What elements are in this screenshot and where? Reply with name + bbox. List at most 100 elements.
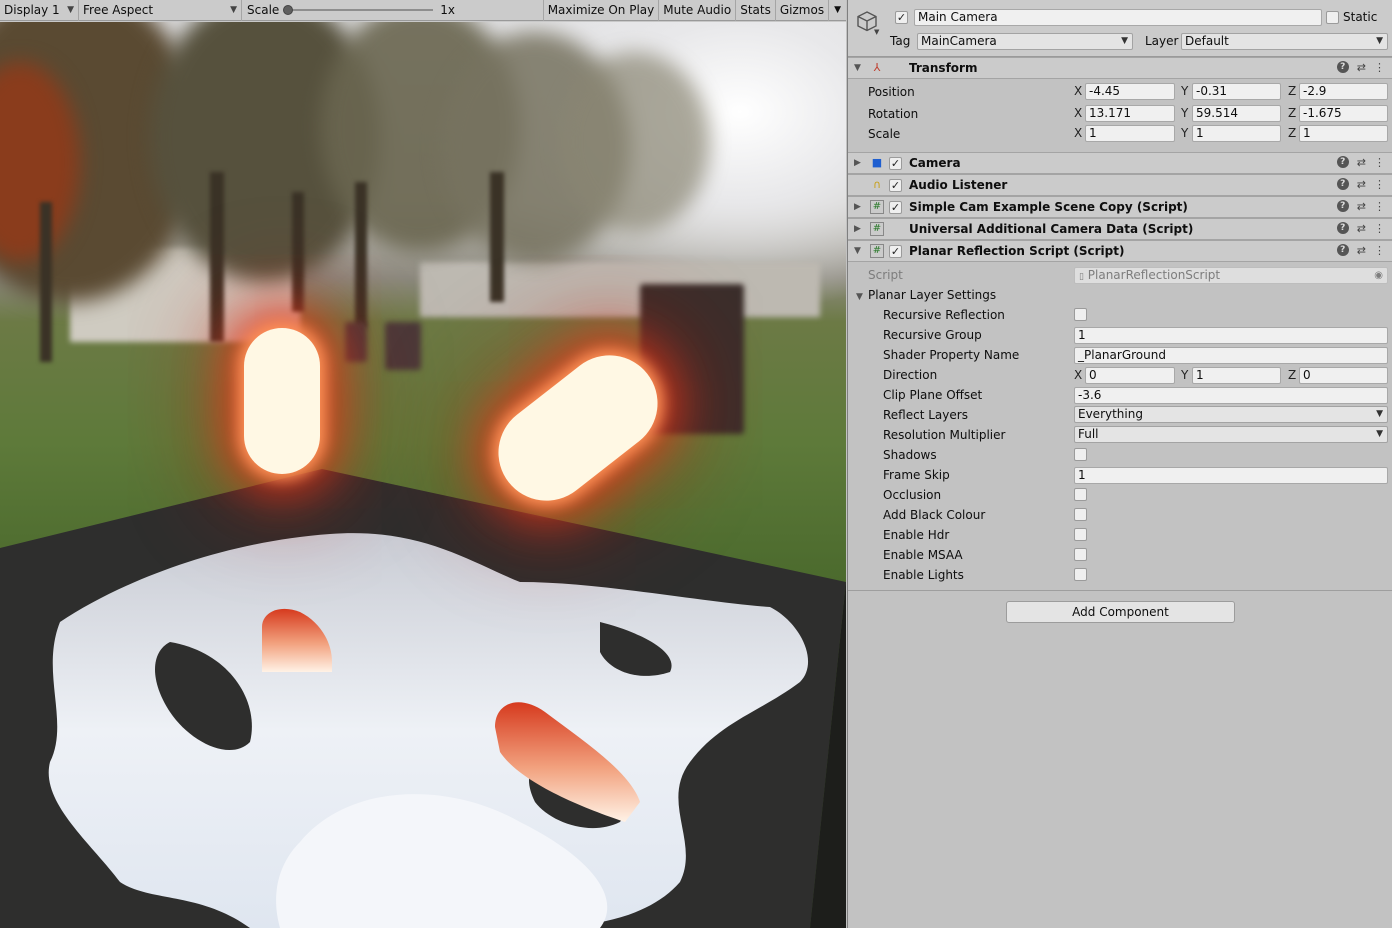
presets-icon[interactable]: ⇄ <box>1357 222 1366 235</box>
game-viewport[interactable] <box>0 22 846 928</box>
x-axis-label[interactable]: X <box>1074 105 1082 122</box>
aspect-dropdown[interactable]: Free Aspect ▼ <box>79 0 242 21</box>
more-menu-icon[interactable]: ⋮ <box>1374 244 1385 257</box>
stats-button[interactable]: Stats <box>735 0 775 21</box>
planar-layer-settings-label[interactable]: Planar Layer Settings <box>868 288 996 303</box>
simple-cam-enabled-checkbox[interactable]: ✓ <box>889 201 902 214</box>
help-icon[interactable]: ? <box>1336 156 1349 168</box>
enable-msaa-checkbox[interactable] <box>1074 548 1087 561</box>
game-toolbar: Display 1 ▼ Free Aspect ▼ Scale 1x Maxim… <box>0 0 846 21</box>
scale-y-field[interactable]: 1 <box>1192 125 1281 142</box>
scale-slider-thumb[interactable] <box>283 5 294 15</box>
position-z-field[interactable]: -2.9 <box>1299 83 1388 100</box>
y-axis-label[interactable]: Y <box>1181 367 1188 384</box>
x-axis-label[interactable]: X <box>1074 83 1082 100</box>
transform-header[interactable]: ▼ ⅄ Transform ? ⇄ ⋮ <box>848 57 1392 79</box>
display-dropdown[interactable]: Display 1 ▼ <box>0 0 79 21</box>
direction-y-field[interactable]: 1 <box>1192 367 1281 384</box>
more-menu-icon[interactable]: ⋮ <box>1374 178 1385 191</box>
z-axis-label[interactable]: Z <box>1288 83 1296 100</box>
position-y-field[interactable]: -0.31 <box>1192 83 1281 100</box>
rotation-x-field[interactable]: 13.171 <box>1085 105 1175 122</box>
z-axis-label[interactable]: Z <box>1288 125 1296 142</box>
tag-label: Tag <box>890 34 911 48</box>
more-menu-icon[interactable]: ⋮ <box>1374 156 1385 169</box>
foldout-collapsed-icon[interactable]: ▶ <box>854 224 861 234</box>
enable-hdr-checkbox[interactable] <box>1074 528 1087 541</box>
transform-icon: ⅄ <box>873 61 881 74</box>
shadows-checkbox[interactable] <box>1074 448 1087 461</box>
more-menu-icon[interactable]: ⋮ <box>1374 222 1385 235</box>
more-menu-icon[interactable]: ⋮ <box>1374 61 1385 74</box>
frame-skip-field[interactable]: 1 <box>1074 467 1388 484</box>
object-picker-icon[interactable]: ◉ <box>1374 268 1383 283</box>
x-axis-label[interactable]: X <box>1074 367 1082 384</box>
resolution-multiplier-dropdown[interactable]: Full ▼ <box>1074 426 1388 443</box>
y-axis-label[interactable]: Y <box>1181 83 1188 100</box>
direction-z-field[interactable]: 0 <box>1299 367 1388 384</box>
help-icon[interactable]: ? <box>1336 222 1349 234</box>
universal-camera-data-header[interactable]: ▶ # Universal Additional Camera Data (Sc… <box>848 218 1392 240</box>
scale-z-field[interactable]: 1 <box>1299 125 1388 142</box>
direction-x-field[interactable]: 0 <box>1085 367 1175 384</box>
maximize-on-play-button[interactable]: Maximize On Play <box>542 0 659 21</box>
planar-reflection-header[interactable]: ▼ # ✓ Planar Reflection Script (Script) … <box>848 240 1392 262</box>
tag-dropdown[interactable]: MainCamera ▼ <box>917 33 1133 50</box>
scale-slider[interactable] <box>283 5 434 15</box>
presets-icon[interactable]: ⇄ <box>1357 178 1366 191</box>
more-menu-icon[interactable]: ⋮ <box>1374 200 1385 213</box>
help-icon[interactable]: ? <box>1336 61 1349 73</box>
static-checkbox[interactable] <box>1326 11 1339 24</box>
rotation-y-field[interactable]: 59.514 <box>1192 105 1281 122</box>
aspect-label: Free Aspect <box>83 3 154 17</box>
scale-x-field[interactable]: 1 <box>1085 125 1175 142</box>
foldout-expanded-icon[interactable]: ▼ <box>854 63 861 73</box>
recursive-group-field[interactable]: 1 <box>1074 327 1388 344</box>
recursive-reflection-checkbox[interactable] <box>1074 308 1087 321</box>
foldout-expanded-icon[interactable]: ▼ <box>856 292 863 302</box>
position-label: Position <box>868 85 915 99</box>
help-icon[interactable]: ? <box>1336 200 1349 212</box>
object-name-field[interactable]: Main Camera <box>914 9 1322 26</box>
z-axis-label[interactable]: Z <box>1288 367 1296 384</box>
presets-icon[interactable]: ⇄ <box>1357 200 1366 213</box>
clip-plane-offset-field[interactable]: -3.6 <box>1074 387 1388 404</box>
planar-reflection-enabled-checkbox[interactable]: ✓ <box>889 245 902 258</box>
chevron-down-icon: ▼ <box>1121 36 1128 46</box>
scale-value: 1x <box>440 3 456 17</box>
position-x-field[interactable]: -4.45 <box>1085 83 1175 100</box>
add-component-button[interactable]: Add Component <box>1006 601 1235 623</box>
foldout-collapsed-icon[interactable]: ▶ <box>854 158 861 168</box>
presets-icon[interactable]: ⇄ <box>1357 244 1366 257</box>
foldout-expanded-icon[interactable]: ▼ <box>854 246 861 256</box>
camera-enabled-checkbox[interactable]: ✓ <box>889 157 902 170</box>
gizmos-dropdown-arrow[interactable]: ▼ <box>828 0 846 21</box>
script-label: Script <box>868 268 903 282</box>
audio-listener-header[interactable]: ∩ ✓ Audio Listener ? ⇄ ⋮ <box>848 174 1392 196</box>
mute-audio-button[interactable]: Mute Audio <box>658 0 735 21</box>
audio-listener-enabled-checkbox[interactable]: ✓ <box>889 179 902 192</box>
rotation-z-field[interactable]: -1.675 <box>1299 105 1388 122</box>
presets-icon[interactable]: ⇄ <box>1357 61 1366 74</box>
presets-icon[interactable]: ⇄ <box>1357 156 1366 169</box>
y-axis-label[interactable]: Y <box>1181 105 1188 122</box>
script-object-field[interactable]: ▯ PlanarReflectionScript ◉ <box>1074 267 1388 284</box>
enable-lights-checkbox[interactable] <box>1074 568 1087 581</box>
occlusion-label: Occlusion <box>883 488 942 502</box>
help-icon[interactable]: ? <box>1336 178 1349 190</box>
reflect-layers-dropdown[interactable]: Everything ▼ <box>1074 406 1388 423</box>
chevron-down-icon[interactable]: ▼ <box>874 28 879 36</box>
occlusion-checkbox[interactable] <box>1074 488 1087 501</box>
active-checkbox[interactable]: ✓ <box>895 11 908 24</box>
gizmos-button[interactable]: Gizmos <box>774 0 828 21</box>
add-black-colour-checkbox[interactable] <box>1074 508 1087 521</box>
simple-cam-script-header[interactable]: ▶ # ✓ Simple Cam Example Scene Copy (Scr… <box>848 196 1392 218</box>
y-axis-label[interactable]: Y <box>1181 125 1188 142</box>
layer-dropdown[interactable]: Default ▼ <box>1181 33 1388 50</box>
foldout-collapsed-icon[interactable]: ▶ <box>854 202 861 212</box>
x-axis-label[interactable]: X <box>1074 125 1082 142</box>
z-axis-label[interactable]: Z <box>1288 105 1296 122</box>
help-icon[interactable]: ? <box>1336 244 1349 256</box>
shader-property-name-field[interactable]: _PlanarGround <box>1074 347 1388 364</box>
camera-header[interactable]: ▶ ■ ✓ Camera ? ⇄ ⋮ <box>848 152 1392 174</box>
